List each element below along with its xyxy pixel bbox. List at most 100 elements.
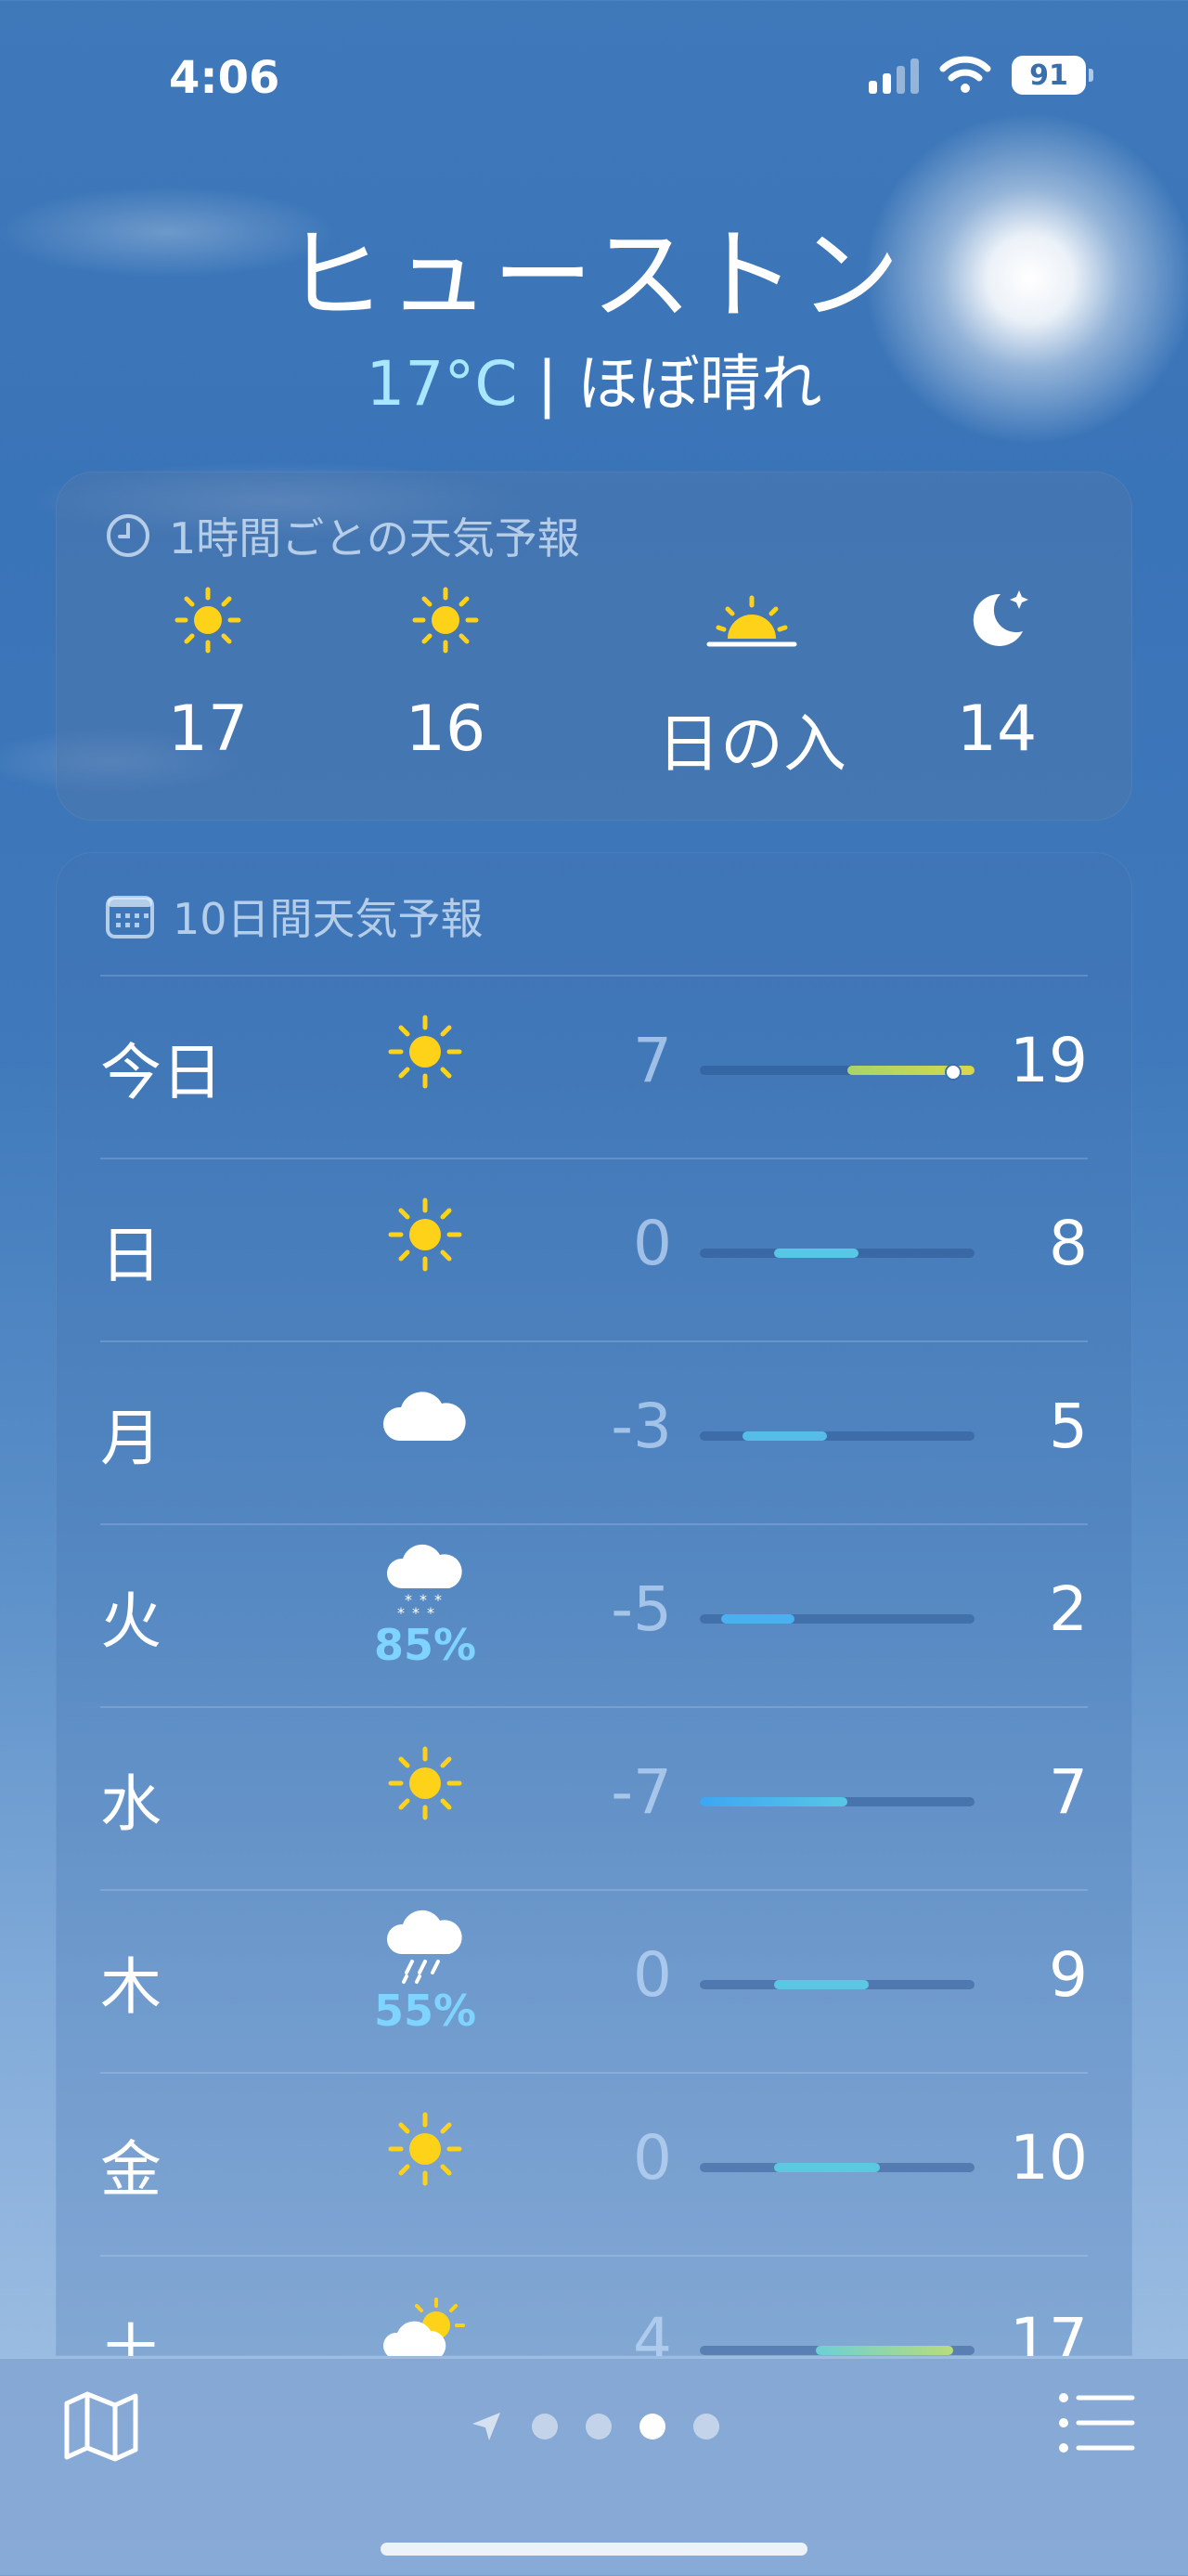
hour-temp: 17 bbox=[167, 693, 249, 766]
low-temp: 4 bbox=[633, 2305, 672, 2356]
current-conditions: 17°C | ほぼ晴れ bbox=[0, 334, 1188, 423]
status-icons: 91 bbox=[869, 56, 1093, 95]
hour-item: 16 bbox=[353, 583, 538, 766]
day-label: 木 bbox=[100, 1951, 161, 2023]
high-temp: 9 bbox=[1049, 1939, 1088, 2011]
page-dot-active[interactable] bbox=[639, 2414, 665, 2440]
hourly-forecast-title: 1時間ごとの天気予報 bbox=[169, 513, 580, 563]
temp-range-bar bbox=[700, 1064, 975, 1081]
high-temp: 10 bbox=[1010, 2122, 1088, 2194]
temp-range-bar bbox=[700, 2346, 975, 2355]
day-label: 水 bbox=[100, 1768, 161, 1840]
snow-cloud-icon: * * * * * * bbox=[386, 1544, 462, 1622]
day-label: 土 bbox=[100, 2317, 161, 2356]
low-temp: 0 bbox=[633, 1208, 672, 1279]
temp-range-fill bbox=[816, 2346, 954, 2355]
home-indicator bbox=[381, 2543, 807, 2556]
hour-temp: 16 bbox=[405, 693, 486, 766]
daily-forecast-header: 10日間天気予報 bbox=[104, 886, 484, 947]
list-icon[interactable] bbox=[1058, 2390, 1136, 2455]
temp-range-bar bbox=[700, 1249, 975, 1258]
separator: | bbox=[536, 348, 577, 420]
cellular-signal-icon bbox=[869, 57, 919, 94]
daily-forecast-title: 10日間天気予報 bbox=[173, 894, 484, 944]
bottom-toolbar bbox=[0, 2358, 1188, 2576]
condition-text: ほぼ晴れ bbox=[576, 348, 822, 420]
low-temp: -7 bbox=[611, 1756, 672, 1828]
temp-range-bar bbox=[700, 1797, 975, 1806]
forecast-row[interactable]: 月 -3 5 bbox=[100, 1340, 1088, 1525]
forecast-row[interactable]: 今日 7 19 bbox=[100, 975, 1088, 1159]
hourly-forecast-card[interactable]: 1時間ごとの天気予報 17 16 日の入 14 bbox=[56, 472, 1132, 821]
temp-range-fill bbox=[742, 1431, 827, 1441]
city-name: ヒューストン bbox=[284, 218, 904, 334]
hourly-forecast-header: 1時間ごとの天気予報 bbox=[104, 505, 580, 566]
temp-range-fill bbox=[773, 1249, 859, 1258]
low-temp: 0 bbox=[633, 2122, 672, 2194]
temp-range-fill bbox=[700, 1797, 848, 1806]
current-temp-dot bbox=[945, 1064, 962, 1081]
cloud-icon bbox=[382, 1392, 466, 1441]
temp-range-bar bbox=[700, 2163, 975, 2172]
page-dot[interactable] bbox=[586, 2414, 612, 2440]
day-label: 月 bbox=[100, 1403, 161, 1474]
battery-icon: 91 bbox=[1012, 56, 1093, 95]
forecast-row[interactable]: 金 0 10 bbox=[100, 2072, 1088, 2257]
sun-icon bbox=[174, 587, 241, 654]
day-label: 日 bbox=[100, 1220, 161, 1291]
sunset-icon bbox=[706, 595, 797, 647]
sun-icon bbox=[388, 1746, 462, 1820]
low-temp: -3 bbox=[611, 1391, 672, 1462]
day-label: 今日 bbox=[100, 1037, 223, 1108]
forecast-row[interactable]: 水 -7 7 bbox=[100, 1706, 1088, 1891]
page-indicator[interactable] bbox=[0, 2409, 1188, 2444]
hour-sunset-label: 日の入 bbox=[656, 708, 846, 782]
temp-range-bar bbox=[700, 1431, 975, 1441]
calendar-icon bbox=[106, 896, 154, 938]
high-temp: 17 bbox=[1010, 2305, 1088, 2356]
temp-range-fill bbox=[720, 1614, 795, 1624]
daily-forecast-card[interactable]: 10日間天気予報 今日 7 19 日 0 8 月 -3 5 火 * * * * … bbox=[56, 852, 1132, 2356]
day-label: 金 bbox=[100, 2134, 161, 2206]
high-temp: 5 bbox=[1049, 1391, 1088, 1462]
low-temp: 0 bbox=[633, 1939, 672, 2011]
temp-range-bar bbox=[700, 1614, 975, 1624]
forecast-row[interactable]: 日 0 8 bbox=[100, 1158, 1088, 1342]
partly-cloudy-icon bbox=[382, 2298, 465, 2356]
location-arrow-icon bbox=[472, 2413, 500, 2440]
precipitation-chance: 55% bbox=[373, 1986, 477, 2036]
page-dot[interactable] bbox=[693, 2414, 719, 2440]
forecast-row[interactable]: 木 55% 0 9 bbox=[100, 1889, 1088, 2074]
hour-item: 日の入 bbox=[603, 583, 900, 784]
svg-text:*: * bbox=[405, 1591, 412, 1609]
high-temp: 19 bbox=[1010, 1025, 1088, 1096]
high-temp: 8 bbox=[1049, 1208, 1088, 1279]
temp-range-bar bbox=[700, 1980, 975, 1989]
svg-text:*: * bbox=[434, 1591, 442, 1609]
svg-text:*: * bbox=[420, 1591, 427, 1609]
page-dot[interactable] bbox=[532, 2414, 558, 2440]
current-temperature: 17°C bbox=[366, 348, 518, 420]
high-temp: 2 bbox=[1049, 1573, 1088, 1645]
sun-icon bbox=[388, 2112, 462, 2186]
hour-temp: 14 bbox=[956, 693, 1038, 766]
hour-item: 17 bbox=[115, 583, 301, 766]
sun-icon bbox=[412, 587, 479, 654]
clock-icon bbox=[107, 514, 149, 557]
hour-item: 14 bbox=[904, 583, 1090, 766]
day-label: 火 bbox=[100, 1586, 161, 1657]
sun-icon bbox=[388, 1015, 462, 1089]
status-time: 4:06 bbox=[169, 52, 280, 104]
low-temp: -5 bbox=[611, 1573, 672, 1645]
low-temp: 7 bbox=[633, 1025, 672, 1096]
precipitation-chance: 85% bbox=[373, 1620, 477, 1670]
moon-icon bbox=[973, 590, 1028, 646]
forecast-row[interactable]: 火 * * * * * * 85% -5 2 bbox=[100, 1523, 1088, 1708]
forecast-row[interactable]: 土 4 17 bbox=[100, 2255, 1088, 2356]
wifi-icon bbox=[939, 56, 991, 93]
high-temp: 7 bbox=[1049, 1756, 1088, 1828]
rain-cloud-icon bbox=[386, 1909, 462, 1984]
temp-range-fill bbox=[773, 1980, 870, 1989]
sun-icon bbox=[388, 1197, 462, 1272]
temp-range-fill bbox=[773, 2163, 880, 2172]
